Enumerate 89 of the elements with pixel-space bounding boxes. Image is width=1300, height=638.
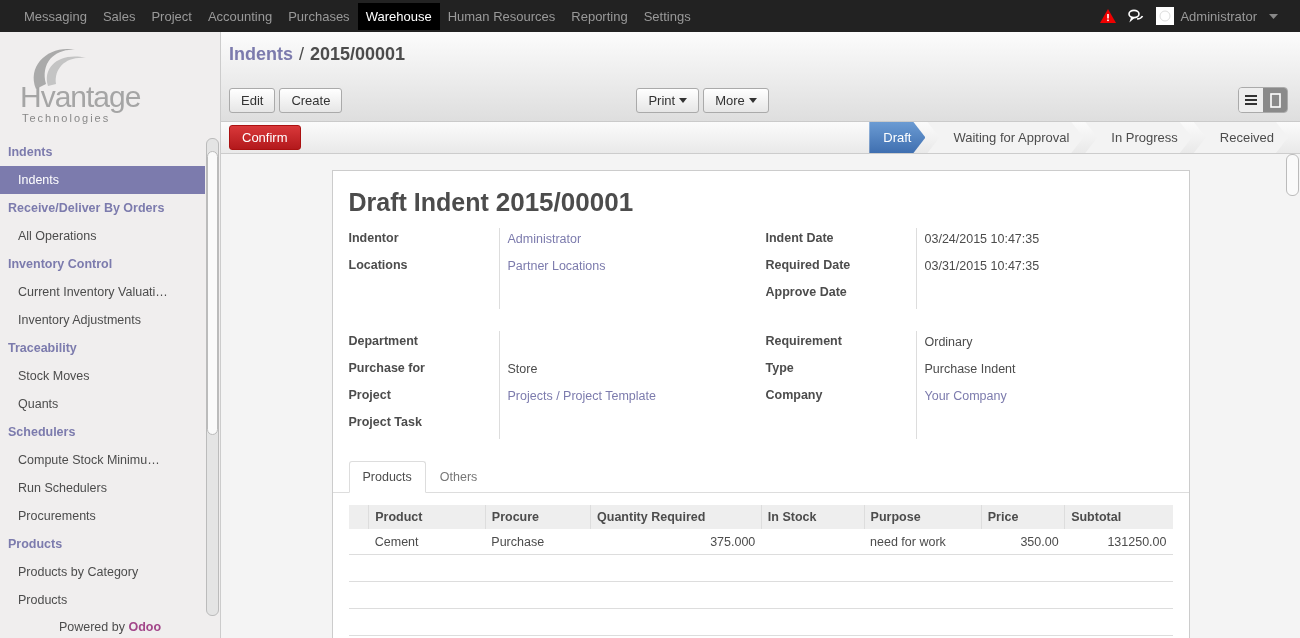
sidebar-item[interactable]: Inventory Adjustments — [0, 306, 205, 334]
sidebar-heading: Inventory Control — [7, 256, 114, 273]
sidebar-heading: Schedulers — [7, 424, 77, 441]
field-label: Department — [348, 333, 419, 350]
logo-tagline: Technologies — [22, 112, 111, 124]
top-menu-item[interactable]: Warehouse — [357, 2, 440, 30]
column-header[interactable]: Price — [981, 505, 1065, 529]
form-title: Draft Indent — [348, 188, 489, 216]
dropdown-button[interactable]: More — [703, 87, 769, 113]
sidebar-item[interactable]: Current Inventory Valuati… — [0, 278, 205, 306]
column-header[interactable]: Quantity Required — [590, 505, 762, 529]
field-label: Company — [765, 387, 824, 404]
column-header[interactable]: Subtotal — [1064, 505, 1173, 529]
field-value: Purchase Indent — [924, 362, 1016, 376]
top-menu-item[interactable]: Accounting — [199, 2, 281, 30]
sidebar-item[interactable]: Indents — [0, 166, 205, 194]
logo-name: Hvantage — [20, 82, 141, 112]
top-menu-item[interactable]: Settings — [635, 2, 699, 30]
sidebar-item[interactable]: Products by Category — [0, 558, 205, 586]
caret-icon — [679, 97, 688, 103]
sidebar-item[interactable]: Compute Stock Minimu… — [0, 446, 205, 474]
dropdown-button[interactable]: Print — [636, 87, 700, 113]
top-menu-item[interactable]: Sales — [94, 2, 144, 30]
breadcrumb-current: 2015/00001 — [310, 44, 406, 64]
scrollbar[interactable] — [206, 138, 219, 616]
page-icon — [1269, 92, 1281, 108]
caret-icon[interactable] — [1269, 13, 1278, 19]
table-cell: 131250.00 — [1064, 529, 1173, 555]
caret-icon — [748, 97, 757, 103]
sidebar-heading: Traceability — [7, 340, 78, 357]
sidebar-item[interactable]: Stock Moves — [0, 362, 205, 390]
sidebar-item[interactable]: Quants — [0, 390, 205, 418]
breadcrumb-link[interactable]: Indents — [229, 44, 293, 64]
column-header[interactable]: Product — [368, 505, 486, 529]
column-header[interactable]: Procure — [485, 505, 591, 529]
top-menu-item[interactable]: Project — [143, 2, 200, 30]
warning-icon[interactable] — [1100, 9, 1117, 23]
table-cell: 350.00 — [981, 529, 1065, 555]
breadcrumb-separator: / — [299, 44, 305, 64]
status-stage[interactable]: Draft — [869, 122, 926, 153]
field-value: Ordinary — [924, 335, 973, 349]
sidebar-heading: Indents — [7, 144, 54, 161]
list-icon — [1245, 95, 1257, 105]
field-label: Requirement — [765, 333, 843, 350]
sidebar-heading: Receive/Deliver By Orders — [7, 200, 166, 217]
sidebar-heading: Products — [7, 536, 64, 553]
field-value: 03/24/2015 10:47:35 — [924, 232, 1040, 246]
field-label: Required Date — [765, 257, 852, 274]
field-link[interactable]: Projects / Project Template — [507, 389, 656, 403]
avatar-icon[interactable] — [1156, 7, 1175, 25]
field-value: Store — [507, 362, 538, 376]
sidebar-item[interactable]: Products — [0, 586, 205, 614]
table-cell: Cement — [368, 529, 486, 555]
toolbar-button[interactable]: Edit — [229, 87, 276, 113]
field-label: Project Task — [348, 414, 423, 431]
field-label: Locations — [348, 257, 409, 274]
top-menu-item[interactable]: Human Resources — [439, 2, 564, 30]
notebook-tab[interactable]: Others — [425, 461, 492, 493]
top-menu-item[interactable]: Reporting — [563, 2, 636, 30]
table-cell: need for work — [864, 529, 982, 555]
field-label: Project — [348, 387, 392, 404]
top-menu-item[interactable]: Purchases — [280, 2, 358, 30]
odoo-link[interactable]: Odoo — [128, 620, 162, 634]
field-value: 03/31/2015 10:47:35 — [924, 259, 1040, 273]
field-link[interactable]: Administrator — [507, 232, 582, 246]
table-cell: Purchase — [485, 529, 591, 555]
field-label: Type — [765, 360, 795, 377]
column-header[interactable]: Purpose — [864, 505, 982, 529]
confirm-button[interactable]: Confirm — [229, 125, 301, 150]
field-label: Approve Date — [765, 284, 848, 301]
top-menu-item[interactable]: Messaging — [16, 2, 95, 30]
field-label: Purchase for — [348, 360, 426, 377]
field-label: Indentor — [348, 230, 400, 247]
powered-by-text: Powered by — [58, 620, 125, 634]
field-label: Indent Date — [765, 230, 835, 247]
field-link[interactable]: Partner Locations — [507, 259, 606, 273]
notebook-tab[interactable]: Products — [348, 461, 426, 493]
chat-icon[interactable] — [1128, 9, 1145, 23]
list-view-button[interactable] — [1239, 88, 1263, 112]
toolbar-button[interactable]: Create — [279, 87, 343, 113]
sidebar-item[interactable]: Run Schedulers — [0, 474, 205, 502]
sidebar-item[interactable]: Procurements — [0, 502, 205, 530]
table-cell: 375.000 — [590, 529, 762, 555]
field-link[interactable]: Your Company — [924, 389, 1007, 403]
record-number: 2015/00001 — [495, 187, 634, 217]
column-header[interactable]: In Stock — [761, 505, 865, 529]
scrollbar[interactable] — [1286, 154, 1299, 196]
user-menu[interactable]: Administrator — [1180, 8, 1257, 24]
sidebar-item[interactable]: All Operations — [0, 222, 205, 250]
